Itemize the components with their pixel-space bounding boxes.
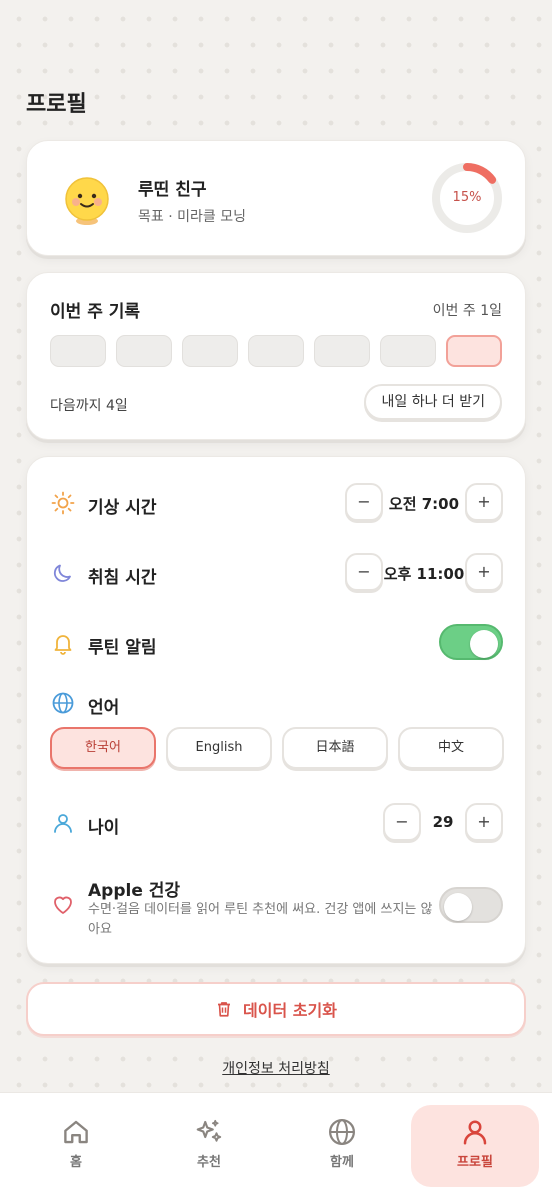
week-day-row: [50, 335, 502, 367]
page-title: 프로필: [26, 92, 87, 117]
profile-card: 루띤 친구 목표 · 미라클 모닝 15%: [26, 140, 526, 256]
week-day-box: [182, 335, 238, 367]
language-option-japanese[interactable]: 日本語: [282, 727, 388, 769]
routine-alarm-toggle[interactable]: [439, 624, 503, 660]
bottom-nav: 홈 추천 함께 프로필: [0, 1092, 552, 1200]
sleep-time-increase-button[interactable]: +: [465, 553, 503, 591]
nav-together[interactable]: 함께: [278, 1105, 406, 1187]
week-day-box: [116, 335, 172, 367]
reset-data-label: 데이터 초기화: [243, 1001, 337, 1020]
home-icon: [64, 1120, 88, 1144]
week-card: 이번 주 기록 이번 주 1일 다음까지 4일 내일 하나 더 받기: [26, 272, 526, 440]
globe-icon: [329, 1119, 355, 1145]
language-option-chinese[interactable]: 中文: [398, 727, 504, 769]
wake-time-increase-button[interactable]: +: [465, 483, 503, 521]
language-option-english[interactable]: English: [166, 727, 272, 769]
week-day-box: [314, 335, 370, 367]
wake-time-decrease-button[interactable]: −: [345, 483, 383, 521]
age-label: 나이: [88, 818, 120, 838]
nav-together-label: 함께: [330, 1155, 354, 1170]
privacy-policy-link[interactable]: 개인정보 처리방침: [0, 1058, 552, 1078]
globe-icon: [52, 692, 74, 714]
apple-health-description: 수면·걸음 데이터를 읽어 루틴 추천에 써요. 건강 앱에 쓰지는 않아요: [88, 902, 433, 937]
apple-health-toggle[interactable]: [439, 887, 503, 923]
wake-time-label: 기상 시간: [88, 498, 157, 518]
nav-home[interactable]: 홈: [12, 1105, 140, 1187]
week-day-box: [50, 335, 106, 367]
user-icon: [463, 1120, 487, 1145]
sun-icon: [51, 491, 75, 515]
nav-recommend[interactable]: 추천: [145, 1105, 273, 1187]
nav-profile-label: 프로필: [457, 1155, 493, 1170]
language-label: 언어: [88, 698, 120, 718]
week-count: 이번 주 1일: [432, 303, 502, 319]
sleep-time-value: 오후 11:00: [383, 565, 465, 583]
age-decrease-button[interactable]: −: [383, 803, 421, 841]
profile-name: 루띤 친구: [138, 180, 207, 200]
profile-goal: 목표 · 미라클 모닝: [138, 209, 246, 225]
heart-icon: [54, 896, 72, 914]
avatar: [65, 177, 109, 225]
apple-health-label: Apple 건강: [88, 881, 181, 901]
week-title: 이번 주 기록: [50, 302, 141, 322]
reset-data-button[interactable]: 데이터 초기화: [26, 982, 526, 1036]
nav-home-label: 홈: [70, 1155, 82, 1170]
trash-icon: [218, 1002, 231, 1017]
age-increase-button[interactable]: +: [465, 803, 503, 841]
nav-profile[interactable]: 프로필: [411, 1105, 539, 1187]
age-value: 29: [432, 813, 454, 831]
sleep-time-decrease-button[interactable]: −: [345, 553, 383, 591]
sparkles-icon: [196, 1119, 222, 1142]
nav-recommend-label: 추천: [197, 1155, 221, 1170]
week-day-box: [446, 335, 502, 367]
week-day-box: [248, 335, 304, 367]
person-icon: [54, 814, 72, 833]
settings-card: 기상 시간 − 오전 7:00 + 취침 시간 − 오후 11:00 + 루틴 …: [26, 456, 526, 964]
week-day-box: [380, 335, 436, 367]
wake-time-value: 오전 7:00: [388, 495, 460, 513]
bell-icon: [54, 635, 72, 655]
language-option-korean[interactable]: 한국어: [50, 727, 156, 769]
moon-icon: [53, 564, 71, 582]
progress-label: 15%: [452, 190, 482, 205]
next-reward-text: 다음까지 4일: [50, 398, 128, 414]
routine-alarm-label: 루틴 알림: [88, 638, 157, 658]
get-more-button[interactable]: 내일 하나 더 받기: [364, 384, 502, 420]
language-options: 한국어 English 日本語 中文: [50, 727, 504, 769]
sleep-time-label: 취침 시간: [88, 568, 157, 588]
